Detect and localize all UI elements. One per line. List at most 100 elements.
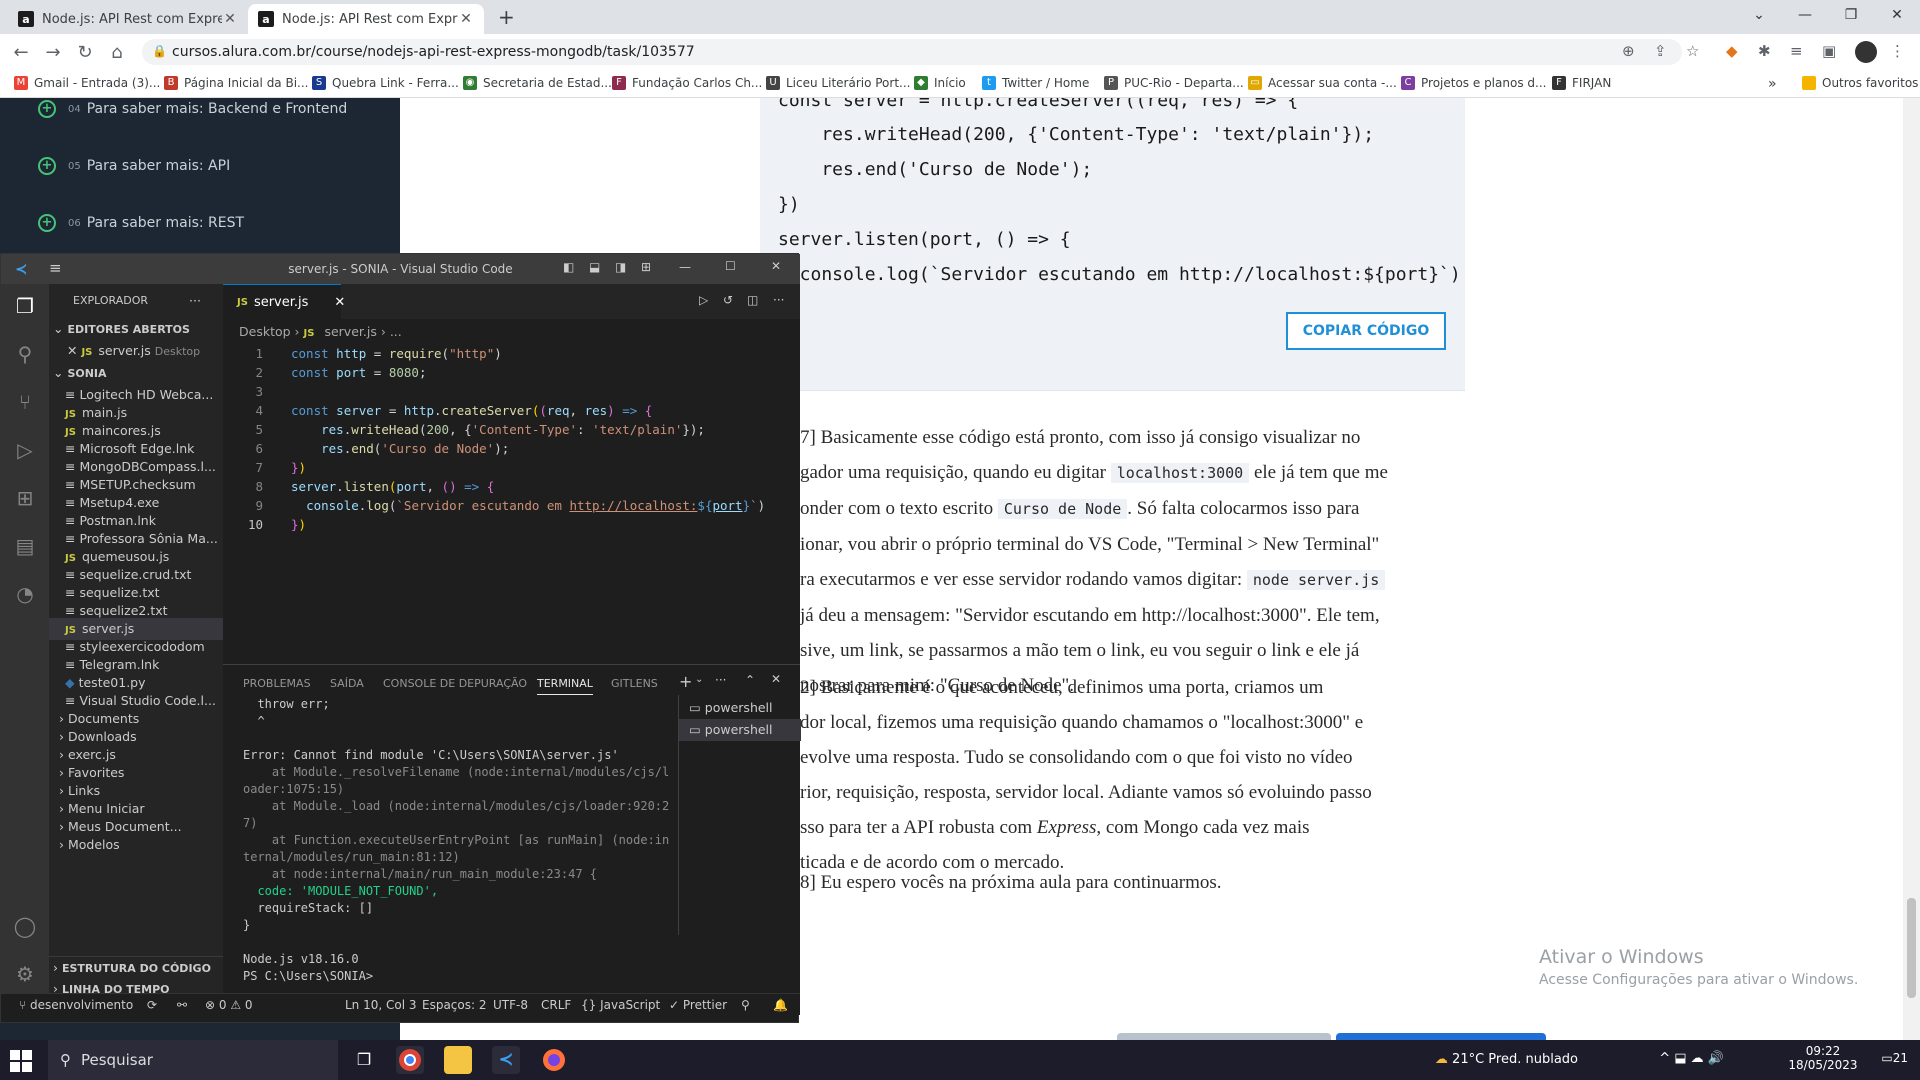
run-debug-icon[interactable]: ▷ <box>13 438 37 462</box>
zoom-icon[interactable]: ⊕ <box>1622 42 1635 60</box>
toggle-secondary-sidebar-icon[interactable]: ◨ <box>615 260 626 274</box>
code-line[interactable]: const http = require("http") <box>291 346 502 361</box>
editor-tab-server-js[interactable]: JS server.js ✕ <box>223 284 345 319</box>
open-editors-header[interactable]: ⌄ EDITORES ABERTOS <box>49 318 223 340</box>
reload-icon[interactable]: ↻ <box>69 42 101 63</box>
code-line[interactable]: console.log(`Servidor escutando em http:… <box>291 498 765 513</box>
code-line[interactable]: server.listen(port, () => { <box>291 479 494 494</box>
terminal-more-icon[interactable]: ··· <box>715 673 726 687</box>
tab-debug-console[interactable]: CONSOLE DE DEPURAÇÃO <box>383 677 527 690</box>
browser-tab-active[interactable]: a Node.js: API Rest com Express e ✕ <box>248 4 484 34</box>
open-changes-icon[interactable]: ↺ <box>723 293 733 307</box>
tab-output[interactable]: SAÍDA <box>330 677 364 690</box>
bookmark-item[interactable]: M Gmail - Entrada (3)... <box>14 76 160 90</box>
close-tab-icon[interactable]: ✕ <box>334 295 345 310</box>
copy-code-button[interactable]: COPIAR CÓDIGO <box>1286 312 1446 350</box>
open-editor-item[interactable]: ✕ JS server.js Desktop <box>49 340 223 362</box>
metamask-extension-icon[interactable]: ◆ <box>1726 42 1738 60</box>
lesson-item[interactable]: + 06 Para saber mais: REST <box>38 214 244 232</box>
language-status[interactable]: {} JavaScript <box>581 998 660 1012</box>
more-actions-icon[interactable]: ··· <box>189 290 219 312</box>
weather-widget[interactable]: ☁ 21°C Pred. nublado <box>1435 1052 1578 1067</box>
prettier-status[interactable]: ✓ Prettier <box>669 998 727 1012</box>
bookmark-item[interactable]: B Página Inicial da Bi... <box>164 76 308 90</box>
folder-header[interactable]: ⌄ SONIA <box>49 362 223 384</box>
close-window-button[interactable]: ✕ <box>1874 0 1920 30</box>
reading-list-icon[interactable]: ≡ <box>1790 42 1803 60</box>
timeline-section[interactable]: › LINHA DO TEMPO <box>49 978 223 993</box>
extensions-icon[interactable]: ⊞ <box>13 486 37 510</box>
run-code-icon[interactable]: ▷ <box>699 293 708 307</box>
source-control-icon[interactable]: ⑂ <box>13 390 37 414</box>
back-icon[interactable]: ← <box>5 42 37 63</box>
close-tab-icon[interactable]: ✕ <box>458 11 474 27</box>
cursor-position[interactable]: Ln 10, Col 3 <box>345 998 417 1012</box>
next-lesson-button[interactable] <box>1336 1033 1546 1040</box>
account-status-icon[interactable]: ⚲ <box>741 998 750 1012</box>
code-line[interactable]: const port = 8080; <box>291 365 427 380</box>
close-tab-icon[interactable]: ✕ <box>222 11 238 27</box>
bookmark-item[interactable]: S Quebra Link - Ferra... <box>312 76 459 90</box>
accounts-icon[interactable]: ◯ <box>13 914 37 938</box>
firefox-taskbar-icon[interactable] <box>540 1046 568 1074</box>
close-icon[interactable]: ✕ <box>67 343 81 358</box>
tab-search-icon[interactable]: ⌄ <box>1736 0 1782 30</box>
side-panel-icon[interactable]: ▣ <box>1822 42 1836 60</box>
chevron-down-icon[interactable]: ⌄ <box>695 674 703 685</box>
restore-button[interactable]: ❐ <box>1828 0 1874 30</box>
extensions-icon[interactable]: ✱ <box>1758 42 1771 60</box>
code-line[interactable]: }) <box>291 460 306 475</box>
browser-tab[interactable]: a Node.js: API Rest com Express e ✕ <box>8 4 248 34</box>
previous-lesson-button[interactable] <box>1117 1033 1331 1040</box>
notifications-badge[interactable]: ▭21 <box>1881 1051 1908 1065</box>
bookmark-item[interactable]: F Fundação Carlos Ch... <box>612 76 762 90</box>
bookmark-star-icon[interactable]: ☆ <box>1686 42 1699 60</box>
close-panel-icon[interactable]: ✕ <box>771 672 781 686</box>
problems-status[interactable]: ⊗ 0 ⚠ 0 <box>205 998 253 1012</box>
editor-more-actions-icon[interactable]: ··· <box>773 293 784 307</box>
bookmark-item[interactable]: F FIRJAN <box>1552 76 1611 90</box>
file-explorer-icon[interactable] <box>444 1046 472 1074</box>
scrollbar-thumb[interactable] <box>1907 898 1916 998</box>
outline-section[interactable]: › ESTRUTURA DO CÓDIGO <box>49 956 223 978</box>
toggle-panel-icon[interactable]: ⬓ <box>589 260 600 274</box>
terminal-instance[interactable]: ▭ powershell <box>679 719 801 741</box>
bookmark-item[interactable]: P PUC-Rio - Departa... <box>1104 76 1244 90</box>
address-bar[interactable]: 🔒 cursos.alura.com.br/course/nodejs-api-… <box>142 39 1682 65</box>
bookmark-item[interactable]: C Projetos e planos d... <box>1401 76 1546 90</box>
breadcrumb-file[interactable]: server.js <box>324 324 376 339</box>
search-icon[interactable]: ⚲ <box>13 342 37 366</box>
code-line[interactable]: res.writeHead(200, {'Content-Type': 'tex… <box>291 422 705 437</box>
notifications-bell-icon[interactable]: 🔔 <box>773 998 788 1012</box>
live-share-icon[interactable]: ⚯ <box>177 998 187 1012</box>
windows-start-button[interactable] <box>10 1050 32 1072</box>
forward-icon[interactable]: → <box>37 42 69 63</box>
new-terminal-icon[interactable]: + <box>679 672 692 691</box>
vscode-close-button[interactable]: ✕ <box>771 259 781 273</box>
settings-gear-icon[interactable]: ⚙ <box>13 962 37 986</box>
vscode-minimize-button[interactable]: — <box>679 260 691 274</box>
lesson-item[interactable]: + 04 Para saber mais: Backend e Frontend <box>38 100 347 118</box>
split-editor-icon[interactable]: ◫ <box>747 293 758 307</box>
terminal-instance[interactable]: ▭ powershell <box>679 697 801 719</box>
menu-icon[interactable]: ⋮ <box>1890 42 1905 60</box>
indentation-status[interactable]: Espaços: 2 <box>422 998 487 1012</box>
bookmarks-more-button[interactable]: » <box>1768 76 1777 92</box>
chrome-taskbar-icon[interactable] <box>396 1046 424 1074</box>
gitlens-icon[interactable]: ◔ <box>13 582 37 606</box>
new-tab-button[interactable]: + <box>498 5 515 29</box>
page-scrollbar[interactable] <box>1903 98 1920 1040</box>
encoding-status[interactable]: UTF-8 <box>493 998 528 1012</box>
toggle-sidebar-icon[interactable]: ◧ <box>563 260 574 274</box>
branch-status[interactable]: ⑂ desenvolvimento <box>19 998 133 1012</box>
profile-avatar[interactable] <box>1855 41 1877 63</box>
tab-problems[interactable]: PROBLEMAS <box>243 677 311 690</box>
code-line[interactable]: res.end('Curso de Node'); <box>291 441 509 456</box>
home-icon[interactable]: ⌂ <box>101 42 133 63</box>
folder-item[interactable]: › Modelos <box>49 834 223 856</box>
breadcrumb-more[interactable]: ... <box>390 324 402 339</box>
bookmark-item[interactable]: U Liceu Literário Port... <box>766 76 910 90</box>
bookmark-item[interactable]: ◆ Início <box>914 76 966 90</box>
bookmark-item[interactable]: t Twitter / Home <box>982 76 1089 90</box>
sync-icon[interactable]: ⟳ <box>147 998 157 1012</box>
